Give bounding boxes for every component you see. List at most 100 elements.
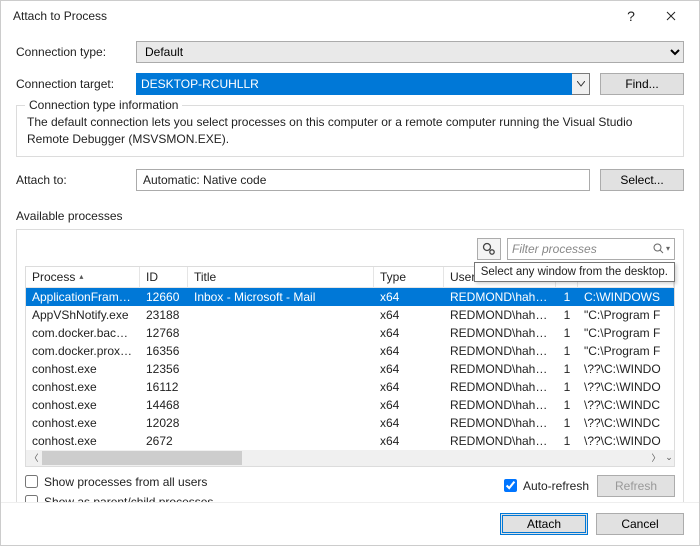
dialog-actions: Attach Cancel bbox=[1, 502, 699, 545]
attach-to-process-dialog: Attach to Process ? Connection type: Def… bbox=[0, 0, 700, 546]
search-icon bbox=[653, 243, 664, 254]
select-window-tooltip: Select any window from the desktop. bbox=[474, 262, 675, 282]
table-cell: REDMOND\hahole bbox=[444, 434, 556, 448]
select-window-button[interactable] bbox=[477, 238, 501, 260]
table-cell: x64 bbox=[374, 344, 444, 358]
refresh-button[interactable]: Refresh bbox=[597, 475, 675, 497]
table-cell: conhost.exe bbox=[26, 434, 140, 448]
cancel-button[interactable]: Cancel bbox=[596, 513, 684, 535]
table-row[interactable]: conhost.exe12028x64REDMOND\hahole1\??\C:… bbox=[26, 414, 674, 432]
table-cell: 1 bbox=[556, 344, 578, 358]
available-processes-group: Filter processes ▾ Select any window fro… bbox=[16, 229, 684, 502]
process-table-body: ApplicationFrameHo...12660Inbox - Micros… bbox=[26, 288, 674, 450]
close-button[interactable] bbox=[651, 2, 691, 30]
table-cell: x64 bbox=[374, 398, 444, 412]
table-cell: \??\C:\WINDO bbox=[578, 362, 674, 376]
table-cell: "C:\Program F bbox=[578, 326, 674, 340]
scroll-down-marker: ⌄ bbox=[664, 452, 674, 463]
table-cell: \??\C:\WINDO bbox=[578, 380, 674, 394]
table-row[interactable]: conhost.exe12356 x64REDMOND\hahole1\??\C:… bbox=[26, 360, 674, 378]
column-process[interactable]: Process▴ bbox=[26, 267, 140, 287]
connection-info-text: The default connection lets you select p… bbox=[27, 114, 673, 148]
table-row[interactable]: conhost.exe16112x64REDMOND\hahole1\??\C:… bbox=[26, 378, 674, 396]
column-title[interactable]: Title bbox=[188, 267, 374, 287]
column-id[interactable]: ID bbox=[140, 267, 188, 287]
close-icon bbox=[666, 11, 676, 21]
table-cell: 1 bbox=[556, 434, 578, 448]
horizontal-scrollbar[interactable]: 〈 〉 ⌄ bbox=[26, 450, 674, 466]
table-cell: ApplicationFrameHo... bbox=[26, 290, 140, 304]
table-cell: AppVShNotify.exe bbox=[26, 308, 140, 322]
table-row[interactable]: com.docker.proxy.exe16356 x64REDMOND\haho… bbox=[26, 342, 674, 360]
attach-button[interactable]: Attach bbox=[500, 513, 588, 535]
connection-target-dropdown[interactable] bbox=[572, 73, 590, 95]
table-cell: 1 bbox=[556, 308, 578, 322]
help-icon: ? bbox=[627, 8, 635, 24]
process-table: Process▴ ID Title Type User Name S Appli… bbox=[25, 266, 675, 467]
table-cell: com.docker.proxy.exe bbox=[26, 344, 140, 358]
table-cell: x64 bbox=[374, 416, 444, 430]
find-button[interactable]: Find... bbox=[600, 73, 684, 95]
table-row[interactable]: conhost.exe2672 x64REDMOND\hahole1\??\C:\… bbox=[26, 432, 674, 450]
table-row[interactable]: AppVShNotify.exe23188 x64REDMOND\hahole1"… bbox=[26, 306, 674, 324]
table-cell: conhost.exe bbox=[26, 362, 140, 376]
table-cell: REDMOND\hahole bbox=[444, 290, 556, 304]
table-cell: 1 bbox=[556, 398, 578, 412]
attach-to-label: Attach to: bbox=[16, 173, 136, 187]
show-all-users-checkbox[interactable]: Show processes from all users bbox=[25, 475, 504, 489]
help-button[interactable]: ? bbox=[611, 2, 651, 30]
table-cell: REDMOND\hahole bbox=[444, 326, 556, 340]
scroll-thumb[interactable] bbox=[42, 451, 242, 465]
scroll-right-icon[interactable]: 〉 bbox=[648, 451, 664, 464]
table-cell: x64 bbox=[374, 308, 444, 322]
table-cell: x64 bbox=[374, 290, 444, 304]
connection-target-input[interactable] bbox=[136, 73, 572, 95]
table-row[interactable]: com.docker.backend...12768x64REDMOND\hah… bbox=[26, 324, 674, 342]
table-cell: \??\C:\WINDO bbox=[578, 434, 674, 448]
table-cell: \??\C:\WINDC bbox=[578, 398, 674, 412]
table-cell: x64 bbox=[374, 434, 444, 448]
column-type[interactable]: Type bbox=[374, 267, 444, 287]
table-cell: \??\C:\WINDC bbox=[578, 416, 674, 430]
table-row[interactable]: conhost.exe14468 x64REDMOND\hahole1\??\C:… bbox=[26, 396, 674, 414]
connection-type-select[interactable]: Default bbox=[136, 41, 684, 63]
chevron-down-icon bbox=[577, 81, 585, 87]
available-processes-label: Available processes bbox=[16, 209, 684, 223]
table-cell: REDMOND\hahole bbox=[444, 362, 556, 376]
filter-dropdown-icon[interactable]: ▾ bbox=[666, 244, 670, 253]
table-cell: x64 bbox=[374, 362, 444, 376]
connection-info-group: Connection type information The default … bbox=[16, 105, 684, 157]
scroll-left-icon[interactable]: 〈 bbox=[26, 451, 42, 464]
table-cell: 16356 bbox=[140, 344, 188, 358]
connection-target-label: Connection target: bbox=[16, 77, 136, 91]
table-row[interactable]: ApplicationFrameHo...12660Inbox - Micros… bbox=[26, 288, 674, 306]
table-cell: conhost.exe bbox=[26, 398, 140, 412]
table-cell: 12768 bbox=[140, 326, 188, 340]
table-cell: C:\WINDOWS bbox=[578, 290, 674, 304]
table-cell: 12356 bbox=[140, 362, 188, 376]
table-cell: 23188 bbox=[140, 308, 188, 322]
table-cell: 12028 bbox=[140, 416, 188, 430]
titlebar: Attach to Process ? bbox=[1, 1, 699, 31]
table-cell: 1 bbox=[556, 416, 578, 430]
show-parent-child-checkbox[interactable]: Show as parent/child processes bbox=[25, 495, 504, 502]
table-cell: REDMOND\hahole bbox=[444, 344, 556, 358]
table-cell: "C:\Program F bbox=[578, 308, 674, 322]
table-cell: REDMOND\hahole bbox=[444, 308, 556, 322]
table-cell: 1 bbox=[556, 362, 578, 376]
table-cell: "C:\Program F bbox=[578, 344, 674, 358]
filter-processes-input[interactable]: Filter processes ▾ bbox=[507, 238, 675, 260]
table-cell: 2672 bbox=[140, 434, 188, 448]
auto-refresh-checkbox[interactable]: Auto-refresh bbox=[504, 479, 589, 493]
select-code-type-button[interactable]: Select... bbox=[600, 169, 684, 191]
connection-type-label: Connection type: bbox=[16, 45, 136, 59]
table-cell: REDMOND\hahole bbox=[444, 398, 556, 412]
table-cell: Inbox - Microsoft - Mail bbox=[188, 290, 374, 304]
table-cell: com.docker.backend... bbox=[26, 326, 140, 340]
table-cell: 16112 bbox=[140, 380, 188, 394]
table-cell: 14468 bbox=[140, 398, 188, 412]
table-cell: 1 bbox=[556, 290, 578, 304]
table-cell: REDMOND\hahole bbox=[444, 416, 556, 430]
filter-placeholder: Filter processes bbox=[512, 242, 653, 256]
connection-info-legend: Connection type information bbox=[25, 98, 182, 112]
